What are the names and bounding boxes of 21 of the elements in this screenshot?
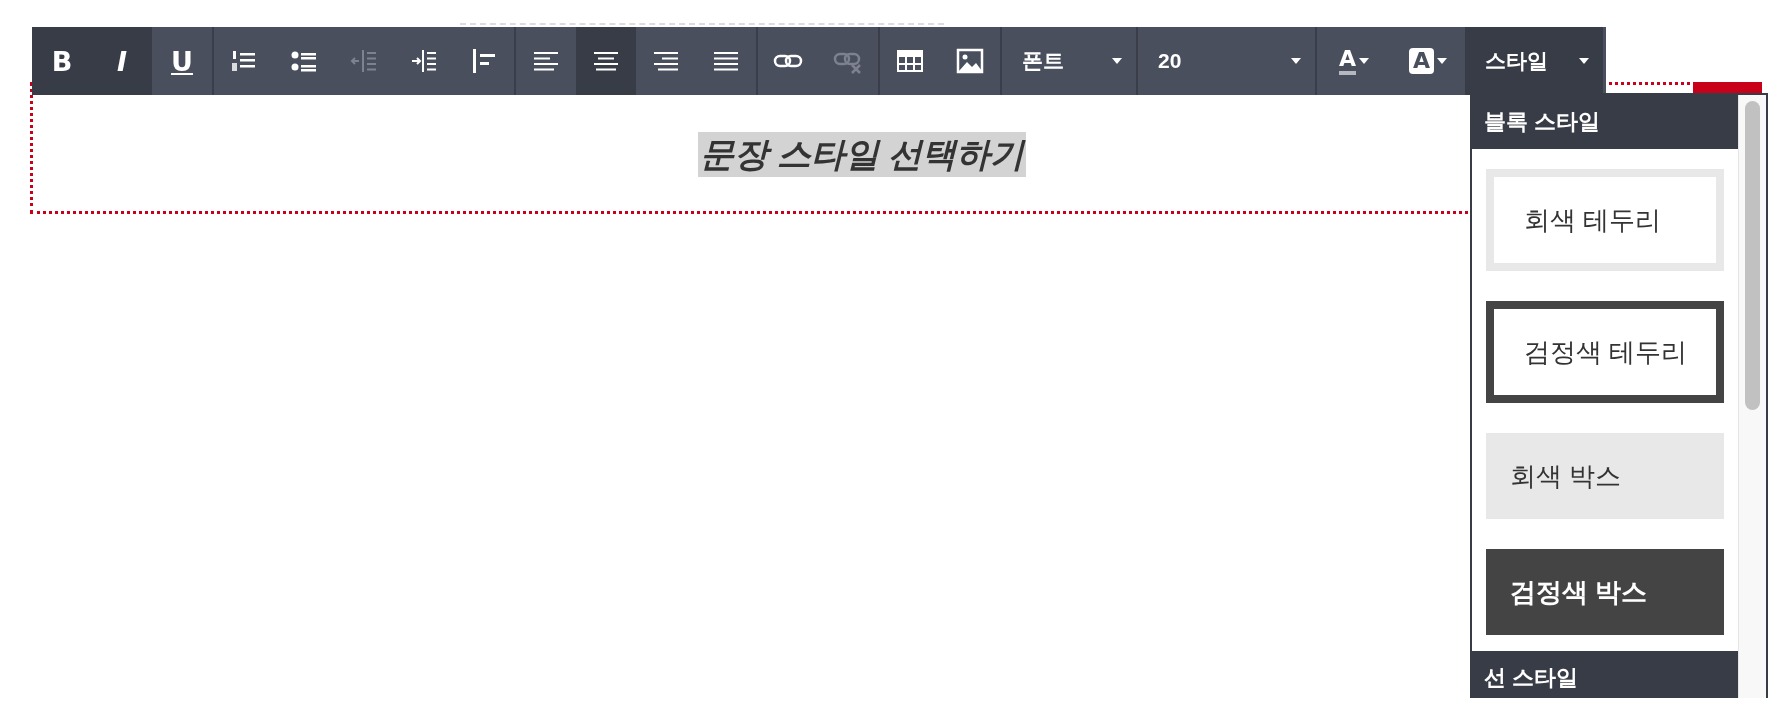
font-dropdown[interactable]: 폰트 (1002, 27, 1138, 95)
heading-text: 문장 스타일 선택하기 (697, 132, 1027, 177)
caret-icon (1112, 58, 1122, 64)
italic-button[interactable]: I (92, 27, 152, 95)
image-icon (955, 46, 985, 76)
style-dropdown[interactable]: 스타일 (1465, 27, 1603, 95)
style-option[interactable]: 회색 테두리 (1486, 169, 1724, 271)
style-option[interactable]: 검정색 박스 (1486, 549, 1724, 635)
section-header: 블록 스타일 (1472, 95, 1738, 149)
scrollbar[interactable] (1738, 95, 1766, 698)
caret-icon (1359, 58, 1369, 64)
scrollbar-thumb[interactable] (1745, 101, 1760, 410)
align-center-button[interactable] (576, 27, 636, 95)
style-option[interactable]: 회색 박스 (1486, 433, 1724, 519)
style-option[interactable]: 검정색 테두리 (1486, 301, 1724, 403)
caret-icon (1437, 58, 1447, 64)
caret-icon (1579, 58, 1589, 64)
bold-button[interactable]: B (32, 27, 92, 95)
font-size-dropdown[interactable]: 20 (1138, 27, 1317, 95)
caret-icon (1291, 58, 1301, 64)
section-header: 선 스타일 (1472, 651, 1738, 698)
